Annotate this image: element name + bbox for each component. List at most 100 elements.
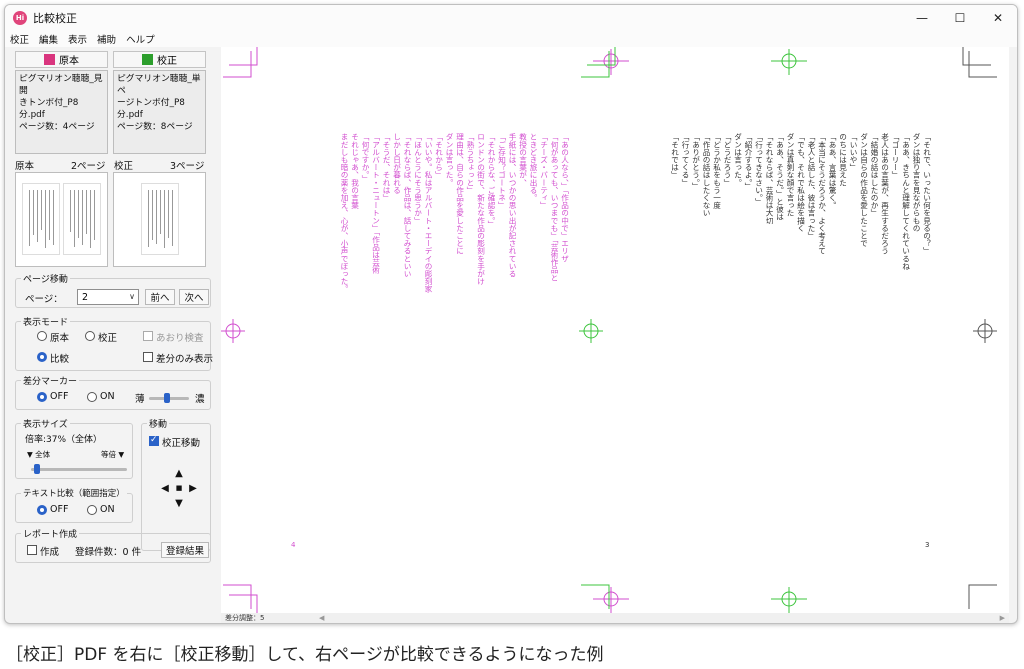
menu-item-edit[interactable]: 編集	[34, 32, 63, 46]
original-text-column: 手紙には、いつかの思い出が記されている	[508, 133, 517, 278]
revised-file-label: 校正	[157, 56, 177, 67]
left-page-number: 4	[291, 541, 296, 549]
move-right-button[interactable]: ▶	[187, 482, 199, 494]
revised-current-page: 3ページ	[170, 161, 205, 172]
mode-revised-radio[interactable]	[85, 331, 95, 341]
menu-item-kousei[interactable]: 校正	[5, 32, 34, 46]
display-mode-group-label: 表示モード	[21, 315, 71, 328]
original-text-column: ときどき旅に出る。	[529, 133, 538, 202]
diff-only-label: 差分のみ表示	[156, 354, 214, 365]
revised-text-column: ダンは真剣な顔で言った	[786, 133, 795, 217]
flicker-label: あおり検査	[156, 333, 204, 344]
revised-text-column: のちには見えた	[838, 133, 848, 187]
scroll-left-icon[interactable]: ◀	[319, 614, 324, 622]
app-icon: Hi	[13, 11, 27, 25]
mode-compare-label: 比較	[50, 354, 70, 365]
original-file-button[interactable]: 原本	[15, 51, 108, 68]
title-bar: Hi 比較校正 — ☐ ✕	[5, 5, 1017, 31]
original-text-column: しかし日が暮れる	[392, 133, 402, 194]
close-button[interactable]: ✕	[979, 5, 1017, 31]
original-text-column: 「熟うちょっと」	[466, 133, 475, 194]
revised-text-column: 「ああ、そうだ。」と彼は	[775, 133, 785, 221]
control-panel: 原本 校正 ピグマリオン聴聴_見開 きトンボ付_P8分.pdf ページ数：4ペー…	[13, 49, 217, 619]
revise-move-checkbox[interactable]	[149, 435, 159, 446]
revised-text-column: 「それでは」	[670, 133, 680, 179]
report-create-checkbox[interactable]	[27, 545, 37, 555]
original-text-column: 「ほんとうにそう思うか」	[413, 133, 423, 225]
original-text-column: 教授の言葉が、	[518, 133, 528, 187]
marker-off-label: OFF	[50, 391, 69, 402]
revised-text-column: ダンは言った。	[733, 133, 743, 187]
revised-text-column: 「行ってくる」	[681, 133, 690, 187]
original-text-column: 「あの人なら、」「作品の中で」エリザ	[560, 133, 570, 263]
window-title: 比較校正	[33, 12, 77, 25]
revised-thumb-page	[141, 183, 179, 255]
zoom-slider[interactable]	[33, 464, 40, 474]
original-thumbnail[interactable]	[15, 172, 108, 267]
chevron-down-icon: ∨	[129, 292, 135, 301]
marker-intensity-slider[interactable]	[164, 393, 170, 403]
revised-text-column: ダンは自らの作品を愛したことで	[859, 133, 869, 247]
revised-thumbnail[interactable]	[113, 172, 206, 267]
maximize-button[interactable]: ☐	[941, 5, 979, 31]
marker-on-radio[interactable]	[87, 392, 97, 402]
revised-file-name-1: ピグマリオン聴聴_単ペ	[117, 74, 201, 96]
original-text-column: 「それならば、作品は、話してみるといい	[403, 133, 412, 278]
mode-original-label: 原本	[50, 333, 70, 344]
revised-text-column: ダンは独り言を見ながらもの	[912, 133, 921, 232]
page-select[interactable]: 2 ∨	[77, 289, 139, 305]
revised-text-column: 「作品の話はしたくない	[702, 133, 711, 217]
original-text-column: それじゃあ、我の言葉	[350, 133, 360, 209]
move-left-button[interactable]: ◀	[159, 482, 171, 494]
zoom-slider-track[interactable]	[31, 468, 127, 471]
original-text-column: 「アルバート・ニュートン」「作品は芸術	[371, 133, 381, 274]
zoom-actual-label: 等倍 ▼	[101, 450, 125, 459]
text-compare-off-radio[interactable]	[37, 505, 47, 515]
original-thumb-left-page	[22, 183, 60, 255]
text-compare-on-radio[interactable]	[87, 505, 97, 515]
move-center-button[interactable]: ■	[173, 482, 185, 494]
revised-file-button[interactable]: 校正	[113, 51, 206, 68]
revised-text-column: 「いいや」	[849, 133, 858, 171]
original-text-column: ダンは言った。	[445, 133, 454, 187]
original-file-name-1: ピグマリオン聴聴_見開	[19, 74, 103, 96]
revised-page-count: ページ数：8ページ	[117, 122, 193, 132]
page-select-value: 2	[82, 291, 89, 303]
move-group-label: 移動	[147, 417, 170, 430]
report-result-button[interactable]: 登録結果	[161, 542, 209, 558]
original-color-swatch	[44, 54, 55, 65]
revised-color-swatch	[142, 54, 153, 65]
page-label: ページ：	[25, 294, 63, 305]
revised-text-column: 「どうか私をもう一度	[712, 133, 722, 209]
revised-text-column: 「本当にそうだろうか、よく考えて	[817, 133, 827, 255]
pdf-viewer[interactable]: 4 3 「あの人なら、」「作品の中で」エリザ 「何があっても、いつまでも」「芸術作…	[221, 47, 1009, 613]
original-text-column: 「何があっても、いつまでも」「芸術作品と	[550, 133, 559, 282]
diff-marker-group-label: 差分マーカー	[21, 374, 80, 387]
menu-item-view[interactable]: 表示	[63, 32, 92, 46]
move-down-button[interactable]: ▼	[173, 497, 185, 509]
original-text-column: 「ご存知？ゴートネ」	[497, 133, 507, 209]
next-page-button[interactable]: 次へ	[179, 289, 209, 305]
figure-caption: ［校正］PDF を右に［校正移動］して、右ページが比較できるようになった例	[6, 645, 604, 665]
revised-text-column: 「でも、それで私は絵を描く	[796, 133, 806, 232]
diff-only-checkbox[interactable]	[143, 352, 153, 362]
prev-page-button[interactable]: 前へ	[145, 289, 175, 305]
diff-adjust-status: 差分調整：5	[225, 614, 265, 622]
mode-original-radio[interactable]	[37, 331, 47, 341]
original-file-name-2: きトンボ付_P8分.pdf	[19, 98, 79, 120]
scroll-right-icon[interactable]: ▶	[1000, 614, 1005, 622]
page-nav-group-label: ページ移動	[21, 272, 70, 285]
move-up-button[interactable]: ▲	[173, 467, 185, 479]
flicker-checkbox[interactable]	[143, 331, 153, 341]
revised-text-column: 老人はあの言葉が、再生するだろう	[880, 133, 890, 255]
original-text-column: 「そうだ、それは」	[382, 133, 391, 202]
mode-compare-radio[interactable]	[37, 352, 47, 362]
marker-off-radio[interactable]	[37, 392, 47, 402]
menu-item-help[interactable]: ヘルプ	[121, 32, 160, 46]
revised-file-info: ピグマリオン聴聴_単ペ ージトンボ付_P8分.pdf ページ数：8ページ	[113, 70, 206, 154]
window-controls: — ☐ ✕	[903, 5, 1017, 31]
menu-item-assist[interactable]: 補助	[92, 32, 121, 46]
minimize-button[interactable]: —	[903, 5, 941, 31]
marker-dark-label: 濃	[195, 394, 205, 405]
app-window: Hi 比較校正 — ☐ ✕ 校正 編集 表示 補助 ヘルプ 原本 校正 ピグマリ…	[4, 4, 1018, 624]
